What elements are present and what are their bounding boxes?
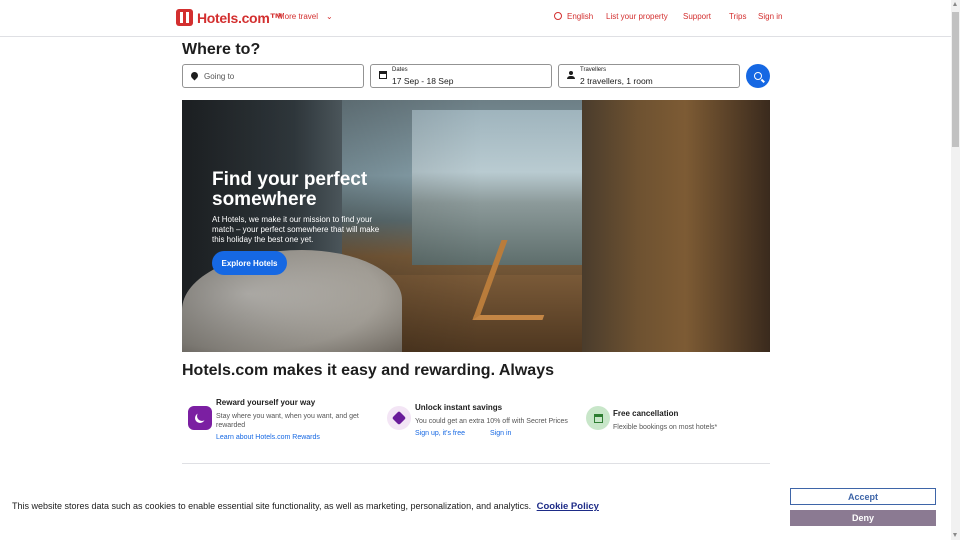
- moon-icon: [188, 406, 212, 430]
- site-header: Hotels.com™ More travel ⌄ English List y…: [0, 0, 951, 37]
- scroll-down-arrow-icon[interactable]: [953, 533, 957, 537]
- chevron-down-icon: ⌄: [326, 12, 333, 21]
- learn-rewards-link[interactable]: Learn about Hotels.com Rewards: [216, 434, 320, 441]
- travellers-field[interactable]: Travellers 2 travellers, 1 room: [558, 64, 740, 88]
- rewards-section-title: Hotels.com makes it easy and rewarding. …: [182, 362, 554, 379]
- destination-input[interactable]: Going to: [182, 64, 364, 88]
- destination-placeholder: Going to: [204, 72, 235, 81]
- trips-link[interactable]: Trips: [729, 12, 746, 21]
- calendar-check-icon: [586, 406, 610, 430]
- cookie-text: This website stores data such as cookies…: [12, 501, 532, 511]
- location-pin-icon: [189, 70, 200, 81]
- calendar-icon: [379, 71, 387, 81]
- cookie-message: This website stores data such as cookies…: [12, 501, 599, 512]
- hero-title: Find your perfect somewhere: [212, 169, 368, 210]
- person-icon: [567, 71, 575, 81]
- hero-description: At Hotels, we make it our mission to fin…: [212, 215, 380, 244]
- more-travel-label: More travel: [278, 12, 319, 21]
- savings-sign-in-link[interactable]: Sign in: [490, 430, 511, 437]
- globe-icon: [554, 12, 562, 20]
- accept-cookies-button[interactable]: Accept: [790, 488, 936, 505]
- scroll-up-arrow-icon[interactable]: [953, 2, 957, 6]
- section-divider: [182, 463, 770, 464]
- language-label: English: [567, 12, 594, 21]
- sign-in-link[interactable]: Sign in: [758, 12, 782, 21]
- dates-label: Dates: [392, 67, 408, 73]
- page-scrollbar[interactable]: [951, 0, 960, 540]
- search-button[interactable]: [746, 64, 770, 88]
- travellers-label: Travellers: [580, 67, 607, 73]
- search-title: Where to?: [182, 41, 261, 58]
- logo-text: Hotels.com™: [197, 9, 284, 26]
- hotels-logo-icon: [176, 9, 193, 26]
- explore-hotels-button[interactable]: Explore Hotels: [212, 251, 287, 275]
- cookie-banner: This website stores data such as cookies…: [0, 482, 951, 540]
- feature-text: Stay where you want, when you want, and …: [216, 413, 359, 429]
- support-link[interactable]: Support: [683, 12, 711, 21]
- cookie-policy-link[interactable]: Cookie Policy: [537, 501, 599, 512]
- deny-cookies-button[interactable]: Deny: [790, 510, 936, 526]
- list-property-link[interactable]: List your property: [606, 12, 668, 21]
- dates-field[interactable]: Dates 17 Sep - 18 Sep: [370, 64, 552, 88]
- feature-text: You could get an extra 10% off with Secr…: [415, 418, 568, 425]
- language-selector[interactable]: English: [554, 12, 593, 21]
- scroll-thumb[interactable]: [952, 12, 959, 147]
- hero-image-curtains: [582, 100, 770, 352]
- sign-up-link[interactable]: Sign up, it's free: [415, 430, 465, 437]
- tag-icon: [387, 406, 411, 430]
- dates-value: 17 Sep - 18 Sep: [392, 76, 454, 86]
- search-icon: [754, 72, 762, 80]
- feature-title: Unlock instant savings: [415, 403, 503, 412]
- feature-text: Flexible bookings on most hotels*: [613, 424, 718, 431]
- hero-banner: Find your perfect somewhere At Hotels, w…: [182, 100, 770, 352]
- travellers-value: 2 travellers, 1 room: [580, 76, 653, 86]
- hotels-logo[interactable]: Hotels.com™: [176, 9, 283, 26]
- more-travel-menu[interactable]: More travel ⌄: [278, 12, 333, 21]
- feature-title: Reward yourself your way: [216, 398, 316, 407]
- feature-title: Free cancellation: [613, 409, 679, 418]
